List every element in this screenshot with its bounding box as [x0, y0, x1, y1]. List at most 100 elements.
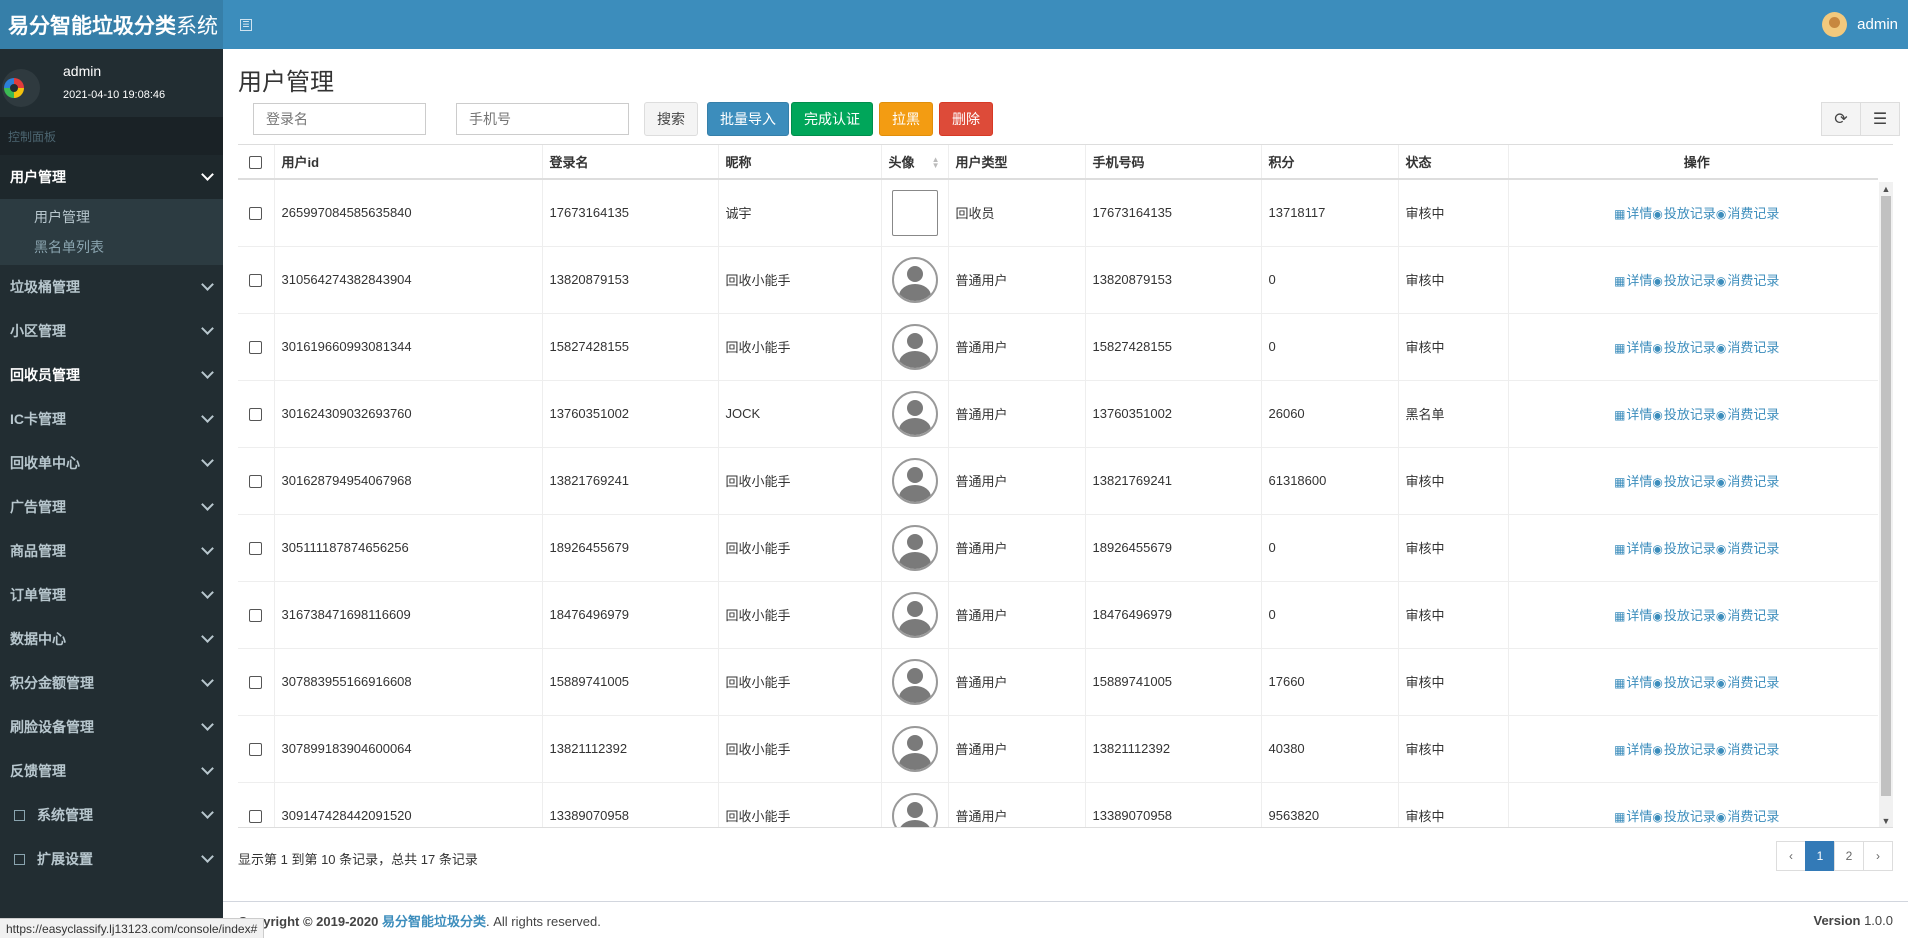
columns-icon[interactable]: ☰ — [1860, 102, 1900, 136]
row-checkbox[interactable] — [249, 676, 262, 690]
table-row[interactable]: 301624309032693760 13760351002 JOCK 普通用户 137… — [238, 380, 1878, 448]
row-checkbox[interactable] — [249, 810, 262, 824]
row-checkbox[interactable] — [249, 408, 262, 422]
consume-record-link[interactable]: ◉消费记录 — [1716, 273, 1780, 288]
sidebar-item-points-amount[interactable]: 积分金额管理 — [0, 661, 223, 705]
drop-record-link[interactable]: ◉投放记录 — [1652, 206, 1716, 221]
drop-record-link[interactable]: ◉投放记录 — [1652, 273, 1716, 288]
table-row[interactable]: 265997084585635840 17673164135 诚宇 回收员 176731… — [238, 179, 1878, 247]
detail-link[interactable]: ▦详情 — [1614, 474, 1652, 489]
header-user-menu[interactable]: admin — [1822, 12, 1908, 37]
user-avatar-icon[interactable] — [891, 323, 938, 370]
column-header-points[interactable]: 积分 — [1260, 145, 1398, 180]
consume-record-link[interactable]: ◉消费记录 — [1716, 340, 1780, 355]
consume-record-link[interactable]: ◉消费记录 — [1716, 474, 1780, 489]
table-row[interactable]: 316738471698116609 18476496979 回收小能手 普通用户 18… — [238, 581, 1878, 649]
user-avatar-icon[interactable] — [891, 457, 938, 504]
row-checkbox[interactable] — [249, 341, 262, 355]
login-name-search-input[interactable] — [253, 103, 426, 135]
pagination-page-2[interactable]: 2 — [1834, 841, 1864, 871]
scroll-thumb[interactable] — [1881, 196, 1891, 796]
table-row[interactable]: 305111187874656256 18926455679 回收小能手 普通用户 18… — [238, 514, 1878, 582]
consume-record-link[interactable]: ◉消费记录 — [1716, 608, 1780, 623]
user-avatar-icon[interactable] — [891, 189, 938, 236]
search-button[interactable]: 搜索 — [644, 102, 698, 136]
column-header-phone[interactable]: 手机号码 — [1084, 145, 1261, 180]
user-avatar-icon[interactable] — [891, 256, 938, 303]
detail-link[interactable]: ▦详情 — [1614, 206, 1652, 221]
table-row[interactable]: 307899183904600064 13821112392 回收小能手 普通用户 13… — [238, 715, 1878, 783]
drop-record-link[interactable]: ◉投放记录 — [1652, 407, 1716, 422]
column-header-user-id[interactable]: 用户id — [273, 145, 542, 180]
delete-button[interactable]: 删除 — [939, 102, 993, 136]
pagination-prev[interactable]: ‹ — [1776, 841, 1806, 871]
select-all-checkbox[interactable] — [249, 156, 262, 170]
drop-record-link[interactable]: ◉投放记录 — [1652, 541, 1716, 556]
drop-record-link[interactable]: ◉投放记录 — [1652, 340, 1716, 355]
row-checkbox[interactable] — [249, 475, 262, 489]
sidebar-item-bins[interactable]: 垃圾桶管理 — [0, 265, 223, 309]
table-row[interactable]: 310564274382843904 13820879153 回收小能手 普通用户 13… — [238, 246, 1878, 314]
blacklist-button[interactable]: 拉黑 — [879, 102, 933, 136]
pagination-next[interactable]: › — [1863, 841, 1893, 871]
detail-link[interactable]: ▦详情 — [1614, 340, 1652, 355]
sidebar-item-feedback[interactable]: 反馈管理 — [0, 749, 223, 793]
drop-record-link[interactable]: ◉投放记录 — [1652, 675, 1716, 690]
scroll-down-icon[interactable]: ▼ — [1879, 814, 1893, 827]
table-scrollbar[interactable]: ▲ ▼ — [1879, 182, 1893, 827]
pagination-page-1[interactable]: 1 — [1805, 841, 1835, 871]
drop-record-link[interactable]: ◉投放记录 — [1652, 809, 1716, 824]
detail-link[interactable]: ▦详情 — [1614, 273, 1652, 288]
user-avatar-icon[interactable] — [891, 390, 938, 437]
sidebar-item-goods[interactable]: 商品管理 — [0, 529, 223, 573]
row-checkbox[interactable] — [249, 274, 262, 288]
footer-brand-link[interactable]: 易分智能垃圾分类 — [382, 914, 486, 929]
row-checkbox[interactable] — [249, 542, 262, 556]
submenu-item-user-management[interactable]: 用户管理 — [0, 202, 223, 232]
column-header-avatar[interactable]: 头像 ▲ ▼ — [880, 145, 948, 180]
detail-link[interactable]: ▦详情 — [1614, 809, 1652, 824]
sidebar-item-extensions[interactable]: 扩展设置 — [0, 837, 223, 881]
consume-record-link[interactable]: ◉消费记录 — [1716, 541, 1780, 556]
detail-link[interactable]: ▦详情 — [1614, 608, 1652, 623]
consume-record-link[interactable]: ◉消费记录 — [1716, 407, 1780, 422]
detail-link[interactable]: ▦详情 — [1614, 407, 1652, 422]
drop-record-link[interactable]: ◉投放记录 — [1652, 474, 1716, 489]
row-checkbox[interactable] — [249, 609, 262, 623]
column-header-nickname[interactable]: 昵称 — [717, 145, 881, 180]
sidebar-item-user-management[interactable]: 用户管理 — [0, 155, 223, 199]
column-header-status[interactable]: 状态 — [1397, 145, 1508, 180]
refresh-icon[interactable]: ⟳ — [1821, 102, 1861, 136]
detail-link[interactable]: ▦详情 — [1614, 742, 1652, 757]
complete-verification-button[interactable]: 完成认证 — [791, 102, 873, 136]
consume-record-link[interactable]: ◉消费记录 — [1716, 675, 1780, 690]
batch-import-button[interactable]: 批量导入 — [707, 102, 789, 136]
consume-record-link[interactable]: ◉消费记录 — [1716, 206, 1780, 221]
sidebar-item-ic-card[interactable]: IC卡管理 — [0, 397, 223, 441]
detail-link[interactable]: ▦详情 — [1614, 675, 1652, 690]
table-row[interactable]: 301619660993081344 15827428155 回收小能手 普通用户 15… — [238, 313, 1878, 381]
consume-record-link[interactable]: ◉消费记录 — [1716, 809, 1780, 824]
consume-record-link[interactable]: ◉消费记录 — [1716, 742, 1780, 757]
brand-logo[interactable]: 易分智能垃圾分类 系统 — [0, 0, 223, 49]
sidebar-toggle-icon[interactable]: ☰ — [240, 18, 252, 31]
detail-link[interactable]: ▦详情 — [1614, 541, 1652, 556]
table-row[interactable]: 309147428442091520 13389070958 回收小能手 普通用户 13… — [238, 782, 1878, 827]
sidebar-item-face-devices[interactable]: 刷脸设备管理 — [0, 705, 223, 749]
scroll-up-icon[interactable]: ▲ — [1879, 182, 1893, 196]
user-avatar-icon[interactable] — [891, 658, 938, 705]
drop-record-link[interactable]: ◉投放记录 — [1652, 608, 1716, 623]
sidebar-item-community[interactable]: 小区管理 — [0, 309, 223, 353]
sidebar-item-ads[interactable]: 广告管理 — [0, 485, 223, 529]
table-row[interactable]: 307883955166916608 15889741005 回收小能手 普通用户 15… — [238, 648, 1878, 716]
column-header-login-name[interactable]: 登录名 — [541, 145, 718, 180]
sidebar-item-data-center[interactable]: 数据中心 — [0, 617, 223, 661]
row-checkbox[interactable] — [249, 743, 262, 757]
user-avatar-icon[interactable] — [891, 792, 938, 827]
drop-record-link[interactable]: ◉投放记录 — [1652, 742, 1716, 757]
column-header-user-type[interactable]: 用户类型 — [947, 145, 1085, 180]
user-avatar-icon[interactable] — [891, 524, 938, 571]
sidebar-item-collectors[interactable]: 回收员管理 — [0, 353, 223, 397]
row-checkbox[interactable] — [249, 207, 262, 221]
sidebar-item-orders[interactable]: 订单管理 — [0, 573, 223, 617]
